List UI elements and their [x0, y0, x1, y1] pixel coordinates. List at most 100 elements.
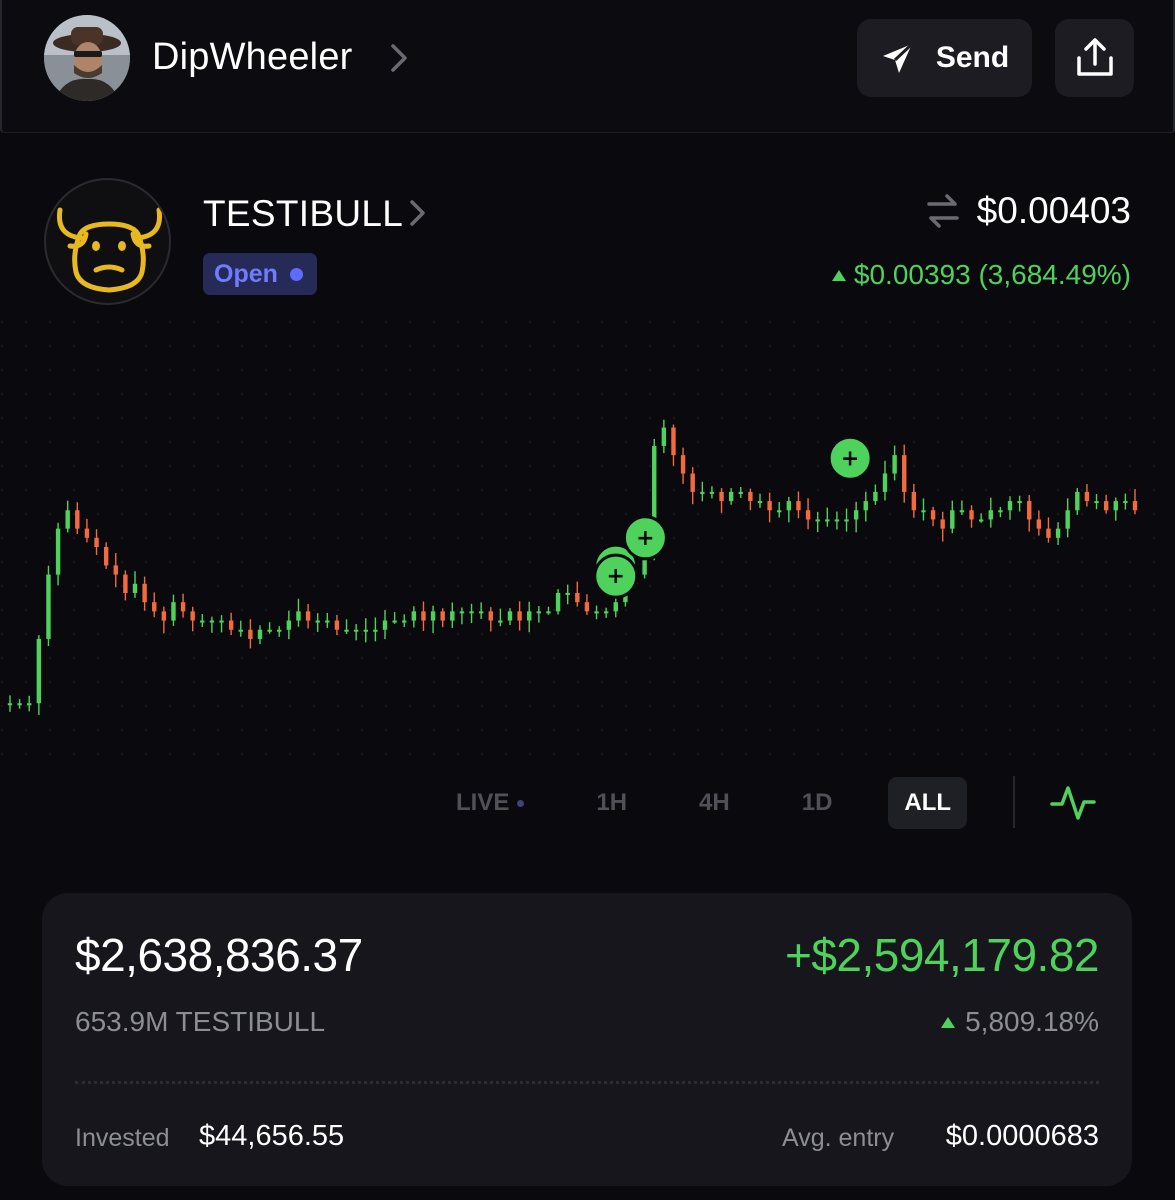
candle-body — [594, 611, 599, 614]
tab-1d[interactable]: 1D — [786, 777, 849, 829]
candle-body — [1055, 528, 1061, 538]
candle-body — [959, 510, 965, 513]
candle-body — [190, 611, 195, 621]
candle-body — [248, 629, 253, 639]
candlestick-chart[interactable]: ++++ — [0, 320, 1175, 760]
send-button[interactable]: Send — [857, 19, 1032, 97]
candle-body — [363, 629, 368, 632]
candle-body — [767, 501, 772, 511]
candle-body — [132, 583, 138, 593]
candle-body — [305, 611, 311, 621]
candle-body — [17, 703, 22, 706]
tab-live-label: LIVE — [456, 789, 510, 816]
buy-marker[interactable]: + — [593, 553, 639, 599]
tab-all[interactable]: ALL — [888, 777, 968, 829]
candle-body — [1007, 501, 1013, 511]
candle-body — [844, 519, 849, 522]
app-frame: DipWheeler Send TESTIBULL Open $0.00403 … — [0, 0, 1175, 1200]
candle-body — [575, 592, 580, 603]
tab-4h-label: 4H — [699, 789, 730, 816]
username[interactable]: DipWheeler — [152, 36, 353, 79]
share-upload-icon — [1076, 38, 1113, 76]
candle-body — [469, 611, 474, 614]
candle-body — [65, 510, 70, 529]
candle-body — [440, 611, 445, 621]
candle-body — [84, 528, 90, 538]
price-chart[interactable]: ++++ — [0, 320, 1175, 760]
candle-body — [978, 519, 984, 522]
candle-body — [392, 620, 397, 623]
candle-body — [402, 620, 407, 623]
tab-1h[interactable]: 1H — [580, 777, 643, 829]
buy-marker[interactable]: + — [827, 435, 873, 481]
profile-header: DipWheeler Send — [0, 0, 1175, 133]
candle-body — [911, 491, 917, 511]
candle-body — [728, 491, 734, 502]
token-price: $0.00403 — [976, 190, 1131, 231]
candle-body — [498, 620, 503, 623]
status-dot — [289, 267, 303, 281]
candle-body — [834, 519, 840, 522]
tab-live[interactable]: LIVE — [440, 777, 540, 829]
candle-body — [815, 519, 820, 522]
tab-4h[interactable]: 4H — [683, 777, 746, 829]
activity-line-icon[interactable] — [1048, 780, 1098, 826]
swap-arrows-icon[interactable] — [923, 191, 963, 231]
chevron-right-icon[interactable] — [385, 42, 413, 74]
candle-body — [219, 620, 224, 623]
candle-body — [969, 510, 974, 520]
candle-body — [7, 703, 13, 706]
live-dot — [517, 799, 525, 807]
candle-body — [863, 501, 868, 511]
candle-body — [75, 510, 80, 529]
price-change: $0.00393 (3,684.49%) — [831, 259, 1131, 291]
buy-marker[interactable]: + — [622, 515, 668, 561]
candle-body — [1113, 501, 1118, 511]
candle-body — [555, 592, 561, 612]
chevron-right-icon[interactable] — [405, 198, 431, 228]
share-button[interactable] — [1055, 19, 1134, 97]
up-triangle-icon — [831, 269, 846, 281]
token-symbol[interactable]: TESTIBULL — [203, 193, 403, 235]
timeframe-selector: LIVE 1H 4H 1D ALL — [440, 776, 1007, 830]
candle-body — [671, 427, 676, 456]
candle-body — [680, 455, 686, 474]
buy-marker-label: + — [636, 526, 654, 551]
candle-body — [796, 501, 801, 511]
user-avatar[interactable] — [44, 15, 130, 101]
candle-body — [180, 602, 186, 612]
candle-body — [1036, 519, 1042, 529]
candle-body — [353, 629, 359, 632]
token-logo — [44, 178, 171, 305]
candle-body — [873, 491, 878, 502]
candle-body — [344, 629, 349, 632]
candle-body — [123, 574, 128, 593]
candle-body — [46, 574, 51, 639]
candle-body — [382, 620, 388, 630]
candle-body — [55, 528, 61, 575]
candle-body — [1132, 501, 1138, 511]
paper-plane-icon — [882, 42, 913, 73]
candle-body — [507, 611, 513, 621]
candle-body — [1123, 501, 1128, 504]
candle-body — [748, 491, 753, 502]
position-pnl-pct: 5,809.18% — [941, 1006, 1099, 1038]
candle-body — [950, 510, 955, 529]
tab-1h-label: 1H — [596, 789, 628, 816]
candle-body — [1094, 501, 1099, 504]
invested-value: $44,656.55 — [199, 1120, 345, 1152]
candle-body — [459, 611, 465, 614]
candle-body — [171, 602, 176, 621]
candle-body — [209, 620, 215, 623]
tab-1d-label: 1D — [801, 789, 833, 816]
candle-body — [161, 611, 167, 621]
candle-body — [930, 510, 936, 520]
candle-body — [1046, 528, 1051, 538]
candle-body — [450, 611, 455, 621]
candle-body — [700, 491, 705, 494]
candle-body — [152, 602, 157, 612]
status-label: Open — [214, 259, 278, 288]
candle-body — [1103, 501, 1109, 511]
candle-body — [334, 620, 340, 630]
candle-body — [805, 510, 811, 520]
